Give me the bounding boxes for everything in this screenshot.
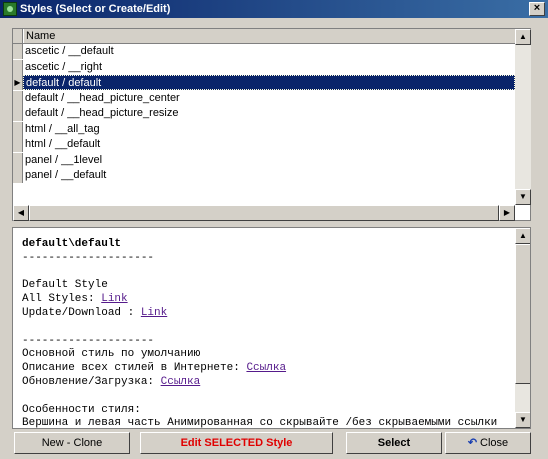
- row-indicator[interactable]: [13, 121, 23, 137]
- row-indicator[interactable]: [13, 44, 23, 59]
- table-row[interactable]: panel / __default: [13, 168, 515, 184]
- separator-line: --------------------: [22, 251, 155, 264]
- app-icon: [3, 2, 17, 16]
- update-download-link-ru[interactable]: Ссылка: [161, 376, 201, 388]
- style-name-cell[interactable]: default / default: [23, 75, 515, 90]
- all-styles-link[interactable]: Link: [101, 293, 127, 305]
- update-download-link[interactable]: Link: [141, 307, 167, 319]
- scroll-down-icon[interactable]: ▼: [515, 412, 530, 428]
- edit-selected-style-button[interactable]: Edit SELECTED Style: [140, 432, 333, 454]
- table-row[interactable]: html / __all_tag: [13, 121, 515, 138]
- all-styles-link-ru[interactable]: Ссылка: [246, 362, 286, 374]
- row-indicator[interactable]: [13, 168, 23, 183]
- features-heading: Особенности стиля:: [22, 403, 141, 416]
- grid-header: Name: [13, 29, 515, 44]
- description-line-ru: Основной стиль по умолчанию: [22, 348, 201, 361]
- grid-rows: ascetic / __default ascetic / __right ▶ def…: [13, 44, 515, 184]
- table-row[interactable]: panel / __1level: [13, 152, 515, 169]
- close-button-label: Close: [480, 437, 509, 449]
- scroll-left-icon[interactable]: ◀: [13, 205, 29, 221]
- select-button[interactable]: Select: [346, 432, 442, 454]
- features-text: Вершина и левая часть Анимированная со с…: [22, 417, 498, 429]
- close-arrow-icon: ↶: [467, 437, 478, 449]
- table-row[interactable]: ascetic / __right: [13, 59, 515, 76]
- grid-horizontal-scrollbar[interactable]: ◀ ▶: [13, 205, 515, 221]
- style-name-cell[interactable]: ascetic / __right: [23, 60, 515, 75]
- table-row[interactable]: ▶ default / default: [13, 75, 515, 91]
- description-text: default\default -------------------- Def…: [22, 238, 512, 429]
- column-header-name[interactable]: Name: [23, 29, 515, 43]
- style-name-cell[interactable]: html / __default: [23, 137, 515, 152]
- table-row[interactable]: default / __head_picture_resize: [13, 106, 515, 122]
- all-styles-label-ru: Описание всех стилей в Интернете:: [22, 362, 247, 375]
- window-title: Styles (Select or Create/Edit): [20, 3, 171, 15]
- title-bar: Styles (Select or Create/Edit) ×: [0, 0, 548, 18]
- style-name-cell[interactable]: panel / __default: [23, 168, 515, 183]
- table-row[interactable]: ascetic / __default: [13, 44, 515, 60]
- style-name-cell[interactable]: default / __head_picture_resize: [23, 106, 515, 121]
- row-indicator[interactable]: [13, 137, 23, 152]
- row-indicator[interactable]: [13, 90, 23, 106]
- close-button[interactable]: ↶ Close: [445, 432, 531, 454]
- grid-header-corner: [13, 29, 23, 43]
- style-description-panel: default\default -------------------- Def…: [12, 227, 531, 429]
- update-download-label-ru: Обновление/Загрузка:: [22, 375, 161, 388]
- description-scroll-thumb[interactable]: [515, 244, 530, 384]
- scroll-right-icon[interactable]: ▶: [499, 205, 515, 221]
- table-row[interactable]: html / __default: [13, 137, 515, 153]
- grid-horizontal-thumb[interactable]: [29, 205, 499, 221]
- style-name-cell[interactable]: default / __head_picture_center: [23, 91, 515, 106]
- description-heading: default\default: [22, 238, 122, 250]
- styles-grid[interactable]: Name ascetic / __default ascetic / __righ…: [12, 28, 531, 221]
- scroll-up-icon[interactable]: ▲: [515, 29, 531, 45]
- close-window-button[interactable]: ×: [529, 2, 545, 16]
- scroll-down-icon[interactable]: ▼: [515, 189, 531, 205]
- grid-vertical-scrollbar[interactable]: ▲ ▼: [515, 29, 531, 205]
- description-line: Default Style: [22, 279, 108, 292]
- style-name-cell[interactable]: ascetic / __default: [23, 44, 515, 59]
- row-indicator[interactable]: [13, 152, 23, 168]
- scroll-up-icon[interactable]: ▲: [515, 228, 530, 244]
- style-name-cell[interactable]: html / __all_tag: [23, 122, 515, 137]
- all-styles-label: All Styles:: [22, 293, 102, 306]
- current-row-indicator-icon[interactable]: ▶: [13, 75, 23, 90]
- style-name-cell[interactable]: panel / __1level: [23, 153, 515, 168]
- update-download-label: Update/Download :: [22, 306, 141, 319]
- separator-line: --------------------: [22, 334, 155, 347]
- new-clone-button[interactable]: New - Clone: [14, 432, 130, 454]
- row-indicator[interactable]: [13, 106, 23, 121]
- table-row[interactable]: default / __head_picture_center: [13, 90, 515, 107]
- description-vertical-scrollbar[interactable]: ▲ ▼: [515, 228, 530, 428]
- row-indicator[interactable]: [13, 59, 23, 75]
